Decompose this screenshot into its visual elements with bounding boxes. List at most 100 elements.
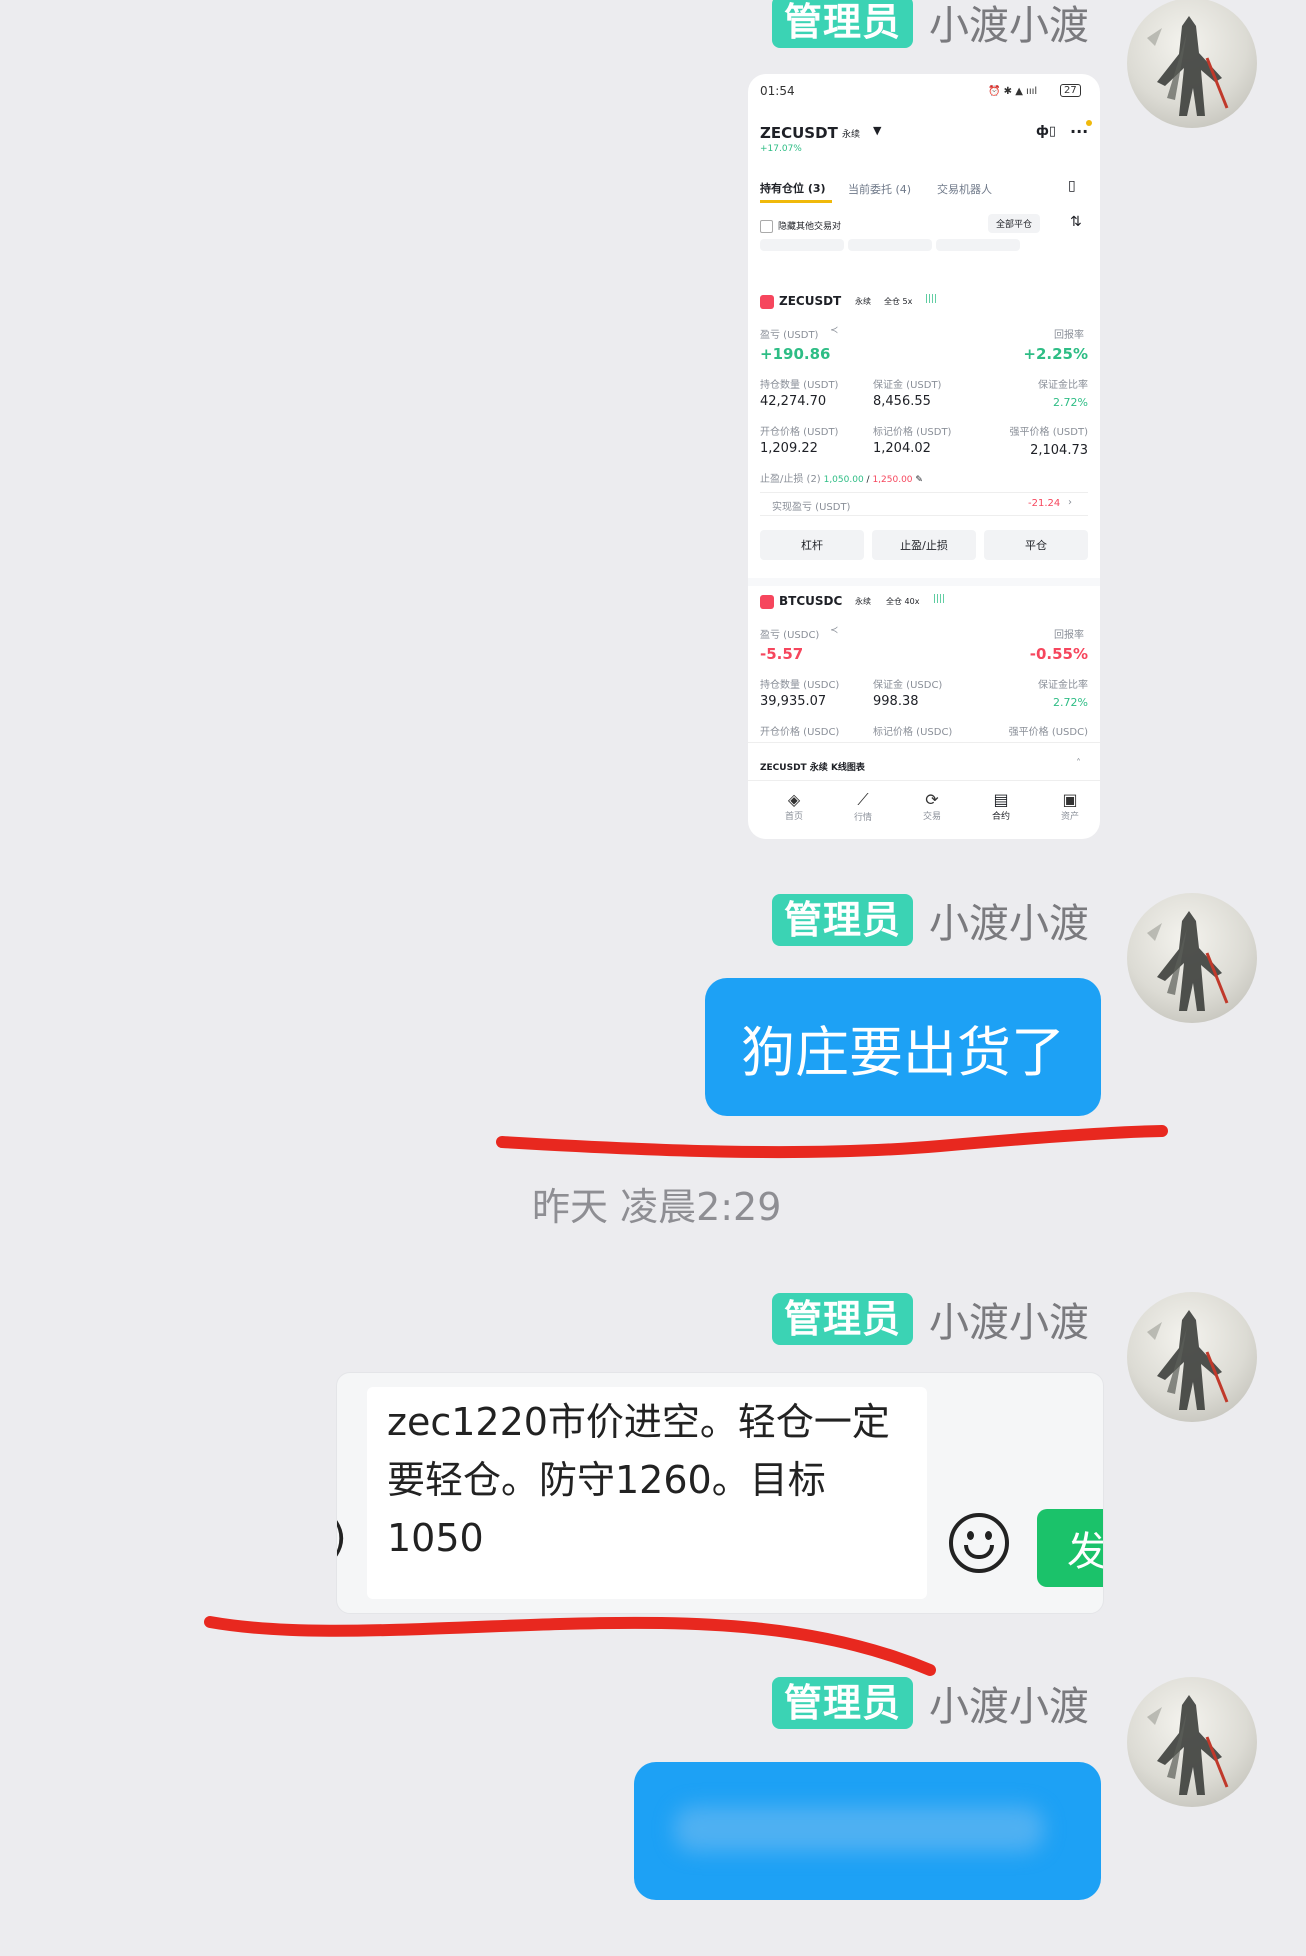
kline-bar-label: ZECUSDT 永续 K线图表: [760, 763, 865, 773]
zec-coin-icon: [760, 294, 774, 309]
nav-futures[interactable]: ▤ 合约: [971, 790, 1031, 822]
tpsl-row[interactable]: 止盈/止损 (2) 1,050.00 / 1,250.00 ✎: [760, 470, 923, 485]
more-icon[interactable]: ···: [1070, 122, 1088, 141]
pnl-value: +190.86: [760, 345, 831, 363]
edit-icon: ✎: [915, 475, 923, 485]
blurred-message-bubble[interactable]: [634, 1762, 1101, 1900]
futures-icon: ▤: [993, 790, 1009, 809]
sender-name[interactable]: 小渡小渡: [929, 0, 1089, 51]
tpsl-button[interactable]: 止盈/止损: [872, 530, 976, 560]
entry-label: 开仓价格 (USDT): [760, 427, 839, 438]
margin-ratio-label: 保证金比率: [1038, 380, 1088, 391]
status-icons: ⏰ ✱ ▲ ıııl: [988, 86, 1038, 97]
avatar[interactable]: [1127, 0, 1257, 128]
message-header: 管理员 小渡小渡: [771, 1290, 1089, 1348]
btc-coin-icon: [760, 594, 774, 609]
wallet-icon: ▣: [1062, 790, 1078, 809]
nav-home[interactable]: ◈ 首页: [764, 790, 824, 822]
roe-label: 回报率: [1054, 630, 1084, 641]
roe-value: -0.55%: [1029, 645, 1088, 663]
scrolled-button: [936, 239, 1020, 251]
position-symbol[interactable]: ZECUSDT: [760, 294, 841, 309]
red-annotation-lines: [204, 1125, 1168, 1676]
sender-name[interactable]: 小渡小渡: [929, 1290, 1089, 1348]
avatar[interactable]: [1127, 893, 1257, 1023]
share-icon[interactable]: ≺: [830, 625, 838, 636]
sort-icon[interactable]: ⇅: [1070, 214, 1082, 230]
tab-positions[interactable]: 持有仓位 (3): [760, 180, 826, 196]
nav-trade[interactable]: ⟳ 交易: [902, 790, 962, 822]
entry-value: 1,209.22: [760, 441, 818, 456]
message-header: 管理员 小渡小渡: [771, 1674, 1089, 1732]
mark-value: 1,204.02: [873, 441, 931, 456]
pnl-value: -5.57: [760, 645, 804, 663]
size-label: 持仓数量 (USDC): [760, 680, 840, 691]
admin-badge: 管理员: [771, 1677, 913, 1729]
margin-ratio-value: 2.72%: [1053, 696, 1088, 709]
trade-icon: ⟳: [925, 790, 939, 809]
leverage-button[interactable]: 杠杆: [760, 530, 864, 560]
chart-icon: ⟋: [857, 790, 869, 809]
message-header: 管理员 小渡小渡: [771, 0, 1089, 51]
margin-label: 保证金 (USDC): [873, 680, 943, 691]
chevron-down-icon[interactable]: ▼: [873, 124, 881, 137]
shared-screenshot-image[interactable]: 01:54 ⏰ ✱ ▲ ıııl 27 ZECUSDT 永续 ▼ +17.07%…: [748, 74, 1100, 839]
admin-badge: 管理员: [771, 894, 913, 946]
candlestick-icon[interactable]: ф▯: [1036, 124, 1056, 139]
hide-others-label: 隐藏其他交易对: [778, 222, 842, 232]
margin-value: 8,456.55: [873, 394, 931, 409]
tab-open-orders[interactable]: 当前委托 (4): [848, 181, 911, 197]
size-value: 42,274.70: [760, 394, 827, 409]
pair-change: +17.07%: [760, 144, 802, 154]
order-history-icon[interactable]: ▯: [1068, 178, 1076, 194]
position-tag: 永续: [855, 597, 871, 606]
tab-bots[interactable]: 交易机器人: [937, 181, 992, 197]
position-mode: 全仓 40x: [886, 597, 920, 606]
notification-dot: [1086, 120, 1092, 126]
share-icon[interactable]: ≺: [830, 325, 838, 336]
sender-name[interactable]: 小渡小渡: [929, 1674, 1089, 1732]
admin-badge: 管理员: [771, 0, 913, 48]
chevron-up-icon[interactable]: ˄: [1076, 758, 1081, 769]
sender-name[interactable]: 小渡小渡: [929, 891, 1089, 949]
roe-value: +2.25%: [1023, 345, 1088, 363]
nav-markets[interactable]: ⟋ 行情: [833, 790, 893, 823]
chevron-right-icon: ›: [1068, 497, 1072, 508]
mark-label: 标记价格 (USDC): [873, 727, 953, 738]
blurred-text: [674, 1806, 1044, 1852]
section-divider: [748, 578, 1100, 586]
liq-label: 强平价格 (USDT): [1009, 427, 1088, 438]
pair-symbol[interactable]: ZECUSDT: [760, 124, 838, 142]
close-position-button[interactable]: 平仓: [984, 530, 1088, 560]
realized-value: -21.24: [1028, 498, 1061, 509]
roe-label: 回报率: [1054, 330, 1084, 341]
nav-assets[interactable]: ▣ 资产: [1040, 790, 1100, 822]
leverage-bars-icon: ||||: [925, 294, 938, 304]
avatar[interactable]: [1127, 1677, 1257, 1807]
home-icon: ◈: [787, 790, 801, 809]
leverage-bars-icon: ||||: [933, 594, 946, 604]
red-underline-2: [204, 1616, 936, 1676]
liq-label: 强平价格 (USDC): [1008, 727, 1088, 738]
margin-ratio-label: 保证金比率: [1038, 680, 1088, 691]
position-tag: 永续: [855, 297, 871, 306]
margin-ratio-value: 2.72%: [1053, 396, 1088, 409]
pair-suffix: 永续: [842, 130, 861, 140]
message-text: zec1220市价进空。轻仓一定要轻仓。防守1260。目标1050: [367, 1387, 927, 1599]
send-button: 发: [1037, 1509, 1103, 1587]
close-all-button[interactable]: 全部平仓: [988, 214, 1041, 233]
screenshot-message-image[interactable]: ) zec1220市价进空。轻仓一定要轻仓。防守1260。目标1050 发: [336, 1372, 1104, 1614]
message-bubble[interactable]: 狗庄要出货了: [705, 978, 1101, 1116]
timestamp: 昨天 凌晨2:29: [532, 1185, 782, 1229]
battery-icon: 27: [1060, 84, 1081, 97]
margin-value: 998.38: [873, 694, 919, 709]
position-symbol[interactable]: BTCUSDC: [760, 594, 842, 609]
size-value: 39,935.07: [760, 694, 827, 709]
size-label: 持仓数量 (USDT): [760, 380, 839, 391]
avatar[interactable]: [1127, 1292, 1257, 1422]
mark-label: 标记价格 (USDT): [873, 427, 952, 438]
liq-value: 2,104.73: [1030, 443, 1088, 458]
hide-others-checkbox[interactable]: [760, 220, 773, 233]
phone-time: 01:54: [760, 84, 795, 98]
margin-label: 保证金 (USDT): [873, 380, 942, 391]
